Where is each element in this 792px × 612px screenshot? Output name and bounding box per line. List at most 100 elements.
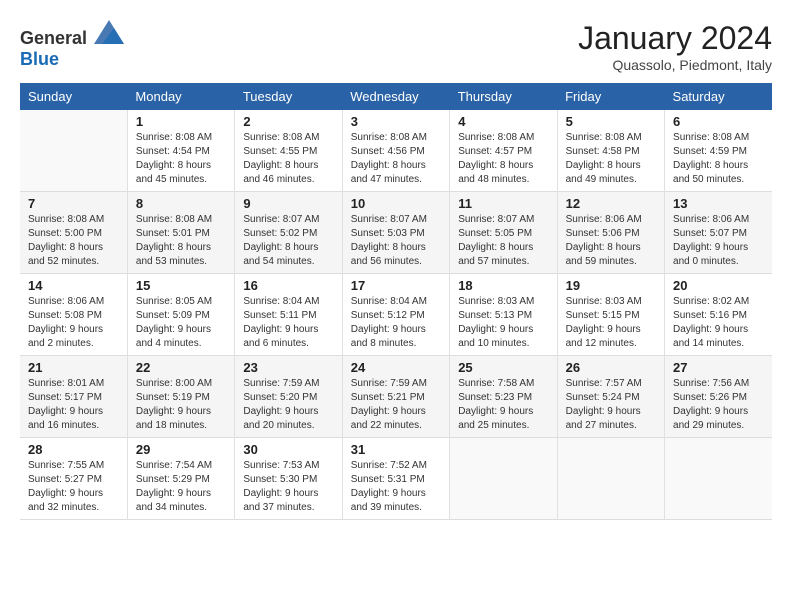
logo-text: General Blue: [20, 20, 124, 70]
weekday-header-row: SundayMondayTuesdayWednesdayThursdayFrid…: [20, 83, 772, 110]
week-row-3: 14 Sunrise: 8:06 AMSunset: 5:08 PMDayligh…: [20, 274, 772, 356]
week-row-2: 7 Sunrise: 8:08 AMSunset: 5:00 PMDaylight…: [20, 192, 772, 274]
calendar-cell: 8 Sunrise: 8:08 AMSunset: 5:01 PMDaylight…: [127, 192, 234, 274]
calendar-cell: 5 Sunrise: 8:08 AMSunset: 4:58 PMDaylight…: [557, 110, 664, 192]
day-number: 26: [566, 360, 656, 375]
calendar-cell: 1 Sunrise: 8:08 AMSunset: 4:54 PMDaylight…: [127, 110, 234, 192]
calendar-cell: 15Sunrise: 8:05 AMSunset: 5:09 PMDayligh…: [127, 274, 234, 356]
day-info: Sunrise: 8:06 AMSunset: 5:07 PMDaylight:…: [673, 213, 764, 269]
weekday-header-thursday: Thursday: [450, 83, 557, 110]
day-number: 22: [136, 360, 226, 375]
calendar-cell: 11Sunrise: 8:07 AMSunset: 5:05 PMDayligh…: [450, 192, 557, 274]
day-info: Sunrise: 8:08 AMSunset: 4:57 PMDaylight:…: [458, 131, 548, 187]
calendar-table: SundayMondayTuesdayWednesdayThursdayFrid…: [20, 83, 772, 520]
calendar-cell: 30 Sunrise: 7:53 AMSunset: 5:30 PMDayligh…: [235, 438, 342, 520]
day-info: Sunrise: 8:03 AMSunset: 5:13 PMDaylight:…: [458, 295, 548, 351]
day-number: 24: [351, 360, 441, 375]
day-number: 8: [136, 196, 226, 211]
calendar-cell: 2Sunrise: 8:08 AMSunset: 4:55 PMDaylight…: [235, 110, 342, 192]
calendar-cell: 7 Sunrise: 8:08 AMSunset: 5:00 PMDaylight…: [20, 192, 127, 274]
week-row-1: 1 Sunrise: 8:08 AMSunset: 4:54 PMDaylight…: [20, 110, 772, 192]
day-number: 13: [673, 196, 764, 211]
logo-general: General: [20, 28, 87, 48]
location: Quassolo, Piedmont, Italy: [578, 57, 772, 73]
calendar-cell: 20 Sunrise: 8:02 AMSunset: 5:16 PMDayligh…: [665, 274, 772, 356]
calendar-cell: 27Sunrise: 7:56 AMSunset: 5:26 PMDayligh…: [665, 356, 772, 438]
day-info: Sunrise: 8:08 AMSunset: 5:00 PMDaylight:…: [28, 213, 119, 269]
day-info: Sunrise: 8:08 AMSunset: 4:55 PMDaylight:…: [243, 131, 333, 187]
day-info: Sunrise: 7:53 AMSunset: 5:30 PMDaylight:…: [243, 459, 333, 515]
calendar-cell: [450, 438, 557, 520]
week-row-4: 21 Sunrise: 8:01 AMSunset: 5:17 PMDayligh…: [20, 356, 772, 438]
day-info: Sunrise: 7:56 AMSunset: 5:26 PMDaylight:…: [673, 377, 764, 433]
calendar-cell: 23Sunrise: 7:59 AMSunset: 5:20 PMDayligh…: [235, 356, 342, 438]
weekday-header-wednesday: Wednesday: [342, 83, 449, 110]
day-info: Sunrise: 8:06 AMSunset: 5:06 PMDaylight:…: [566, 213, 656, 269]
calendar-cell: 25Sunrise: 7:58 AMSunset: 5:23 PMDayligh…: [450, 356, 557, 438]
day-number: 30: [243, 442, 333, 457]
day-info: Sunrise: 8:03 AMSunset: 5:15 PMDaylight:…: [566, 295, 656, 351]
day-number: 6: [673, 114, 764, 129]
calendar-cell: 10 Sunrise: 8:07 AMSunset: 5:03 PMDayligh…: [342, 192, 449, 274]
day-number: 15: [136, 278, 226, 293]
day-info: Sunrise: 8:08 AMSunset: 4:59 PMDaylight:…: [673, 131, 764, 187]
day-number: 19: [566, 278, 656, 293]
day-info: Sunrise: 7:59 AMSunset: 5:20 PMDaylight:…: [243, 377, 333, 433]
day-info: Sunrise: 8:08 AMSunset: 4:56 PMDaylight:…: [351, 131, 441, 187]
logo-icon: [94, 20, 124, 44]
weekday-header-saturday: Saturday: [665, 83, 772, 110]
day-info: Sunrise: 7:55 AMSunset: 5:27 PMDaylight:…: [28, 459, 119, 515]
day-info: Sunrise: 8:02 AMSunset: 5:16 PMDaylight:…: [673, 295, 764, 351]
title-area: January 2024 Quassolo, Piedmont, Italy: [578, 20, 772, 73]
logo-blue: Blue: [20, 49, 59, 69]
day-number: 9: [243, 196, 333, 211]
calendar-cell: 31Sunrise: 7:52 AMSunset: 5:31 PMDayligh…: [342, 438, 449, 520]
day-info: Sunrise: 7:58 AMSunset: 5:23 PMDaylight:…: [458, 377, 548, 433]
day-number: 5: [566, 114, 656, 129]
day-number: 18: [458, 278, 548, 293]
calendar-cell: 19 Sunrise: 8:03 AMSunset: 5:15 PMDayligh…: [557, 274, 664, 356]
calendar-cell: [20, 110, 127, 192]
day-number: 21: [28, 360, 119, 375]
day-number: 11: [458, 196, 548, 211]
month-title: January 2024: [578, 20, 772, 57]
day-info: Sunrise: 8:08 AMSunset: 5:01 PMDaylight:…: [136, 213, 226, 269]
day-info: Sunrise: 8:01 AMSunset: 5:17 PMDaylight:…: [28, 377, 119, 433]
calendar-cell: 12 Sunrise: 8:06 AMSunset: 5:06 PMDayligh…: [557, 192, 664, 274]
weekday-header-monday: Monday: [127, 83, 234, 110]
day-info: Sunrise: 8:08 AMSunset: 4:54 PMDaylight:…: [136, 131, 226, 187]
day-number: 28: [28, 442, 119, 457]
weekday-header-tuesday: Tuesday: [235, 83, 342, 110]
day-number: 16: [243, 278, 333, 293]
day-number: 31: [351, 442, 441, 457]
day-info: Sunrise: 8:07 AMSunset: 5:03 PMDaylight:…: [351, 213, 441, 269]
calendar-cell: 21 Sunrise: 8:01 AMSunset: 5:17 PMDayligh…: [20, 356, 127, 438]
day-number: 20: [673, 278, 764, 293]
calendar-cell: 18 Sunrise: 8:03 AMSunset: 5:13 PMDayligh…: [450, 274, 557, 356]
weekday-header-friday: Friday: [557, 83, 664, 110]
calendar-cell: 17Sunrise: 8:04 AMSunset: 5:12 PMDayligh…: [342, 274, 449, 356]
weekday-header-sunday: Sunday: [20, 83, 127, 110]
calendar-cell: 22 Sunrise: 8:00 AMSunset: 5:19 PMDayligh…: [127, 356, 234, 438]
calendar-cell: 16Sunrise: 8:04 AMSunset: 5:11 PMDayligh…: [235, 274, 342, 356]
day-number: 10: [351, 196, 441, 211]
calendar-cell: [665, 438, 772, 520]
day-number: 7: [28, 196, 119, 211]
day-info: Sunrise: 8:06 AMSunset: 5:08 PMDaylight:…: [28, 295, 119, 351]
day-info: Sunrise: 7:54 AMSunset: 5:29 PMDaylight:…: [136, 459, 226, 515]
day-info: Sunrise: 7:59 AMSunset: 5:21 PMDaylight:…: [351, 377, 441, 433]
logo: General Blue: [20, 20, 124, 70]
calendar-cell: 3 Sunrise: 8:08 AMSunset: 4:56 PMDaylight…: [342, 110, 449, 192]
calendar-cell: 6 Sunrise: 8:08 AMSunset: 4:59 PMDaylight…: [665, 110, 772, 192]
day-number: 1: [136, 114, 226, 129]
day-info: Sunrise: 8:08 AMSunset: 4:58 PMDaylight:…: [566, 131, 656, 187]
day-info: Sunrise: 7:57 AMSunset: 5:24 PMDaylight:…: [566, 377, 656, 433]
day-number: 14: [28, 278, 119, 293]
page-header: General Blue January 2024 Quassolo, Pied…: [20, 20, 772, 73]
day-number: 17: [351, 278, 441, 293]
day-info: Sunrise: 8:00 AMSunset: 5:19 PMDaylight:…: [136, 377, 226, 433]
calendar-cell: [557, 438, 664, 520]
day-number: 3: [351, 114, 441, 129]
calendar-cell: 29Sunrise: 7:54 AMSunset: 5:29 PMDayligh…: [127, 438, 234, 520]
day-number: 12: [566, 196, 656, 211]
